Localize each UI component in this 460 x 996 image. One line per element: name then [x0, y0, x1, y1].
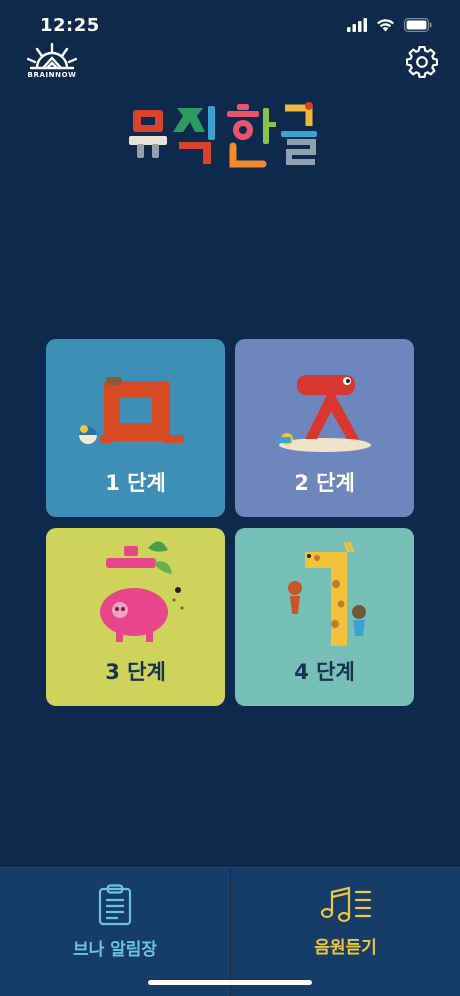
battery-icon [404, 18, 432, 32]
tab-notice-label: 브나 알림장 [72, 940, 158, 960]
wifi-icon [377, 19, 394, 32]
level-1-illustration [79, 377, 184, 444]
music-notes-icon [320, 886, 371, 923]
level-1-card[interactable]: 1 단계 [46, 339, 225, 517]
brand-name: BRAINNOW [27, 71, 77, 79]
level-grid: 1 단계 2 단계 3 단계 4 단계 [46, 339, 414, 707]
bottom-tab-bar: 브나 알림장 음원듣기 [0, 867, 460, 996]
level-3-label: 3 단계 [105, 660, 166, 684]
level-2-label: 2 단계 [294, 471, 355, 495]
level-1-label: 1 단계 [105, 471, 166, 495]
level-2-card[interactable]: 2 단계 [235, 339, 414, 517]
brand-logo: BRAINNOW [24, 42, 80, 86]
settings-button[interactable] [404, 44, 440, 80]
level-2-illustration [277, 375, 371, 452]
tab-notice-board[interactable]: 브나 알림장 [0, 868, 230, 996]
signal-icon [347, 18, 367, 32]
app-logo-title [129, 102, 317, 168]
tab-music-listen[interactable]: 음원듣기 [230, 868, 460, 996]
clipboard-icon [98, 884, 132, 926]
level-4-illustration [288, 541, 366, 646]
app-logo [0, 98, 460, 180]
status-time: 12:25 [40, 14, 100, 36]
brand-sun-icon [27, 42, 77, 70]
header: BRAINNOW [0, 42, 460, 86]
tab-music-label: 음원듣기 [314, 938, 377, 958]
level-4-label: 4 단계 [294, 660, 355, 684]
level-3-illustration [100, 541, 184, 642]
status-icons [347, 18, 432, 32]
level-3-card[interactable]: 3 단계 [46, 528, 225, 706]
level-4-card[interactable]: 4 단계 [235, 528, 414, 706]
home-indicator[interactable] [148, 980, 312, 985]
gear-icon [406, 46, 438, 78]
